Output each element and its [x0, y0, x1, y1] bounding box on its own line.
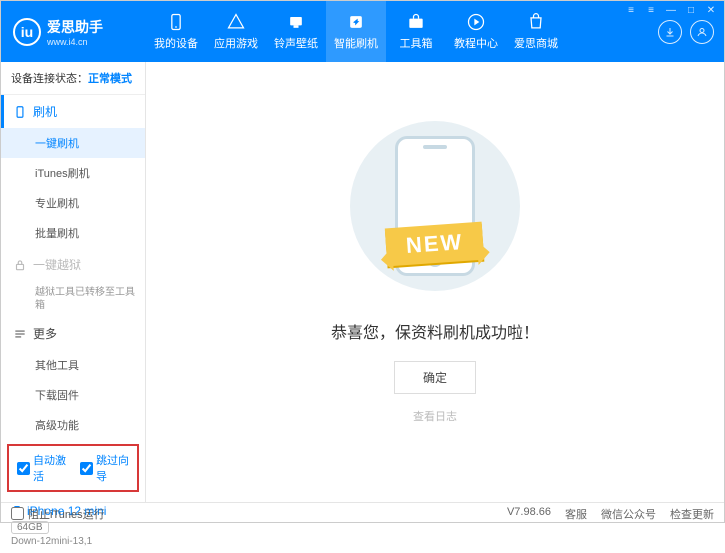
- conn-label: 设备连接状态：: [11, 73, 88, 85]
- sidebar-item-pro[interactable]: 专业刷机: [1, 188, 145, 218]
- confirm-button[interactable]: 确定: [394, 361, 476, 394]
- nav-tutorial[interactable]: 教程中心: [446, 1, 506, 62]
- menu2-icon[interactable]: ≡: [644, 3, 658, 17]
- sidebar-item-batch[interactable]: 批量刷机: [1, 218, 145, 248]
- block-itunes-check[interactable]: 阻止iTunes运行: [11, 506, 105, 522]
- sidebar-item-advanced[interactable]: 高级功能: [1, 410, 145, 440]
- auto-activate-check[interactable]: 自动激活: [17, 452, 66, 484]
- app-name: 爱思助手: [47, 17, 103, 37]
- skip-guide-checkbox[interactable]: [80, 462, 93, 475]
- view-log-link[interactable]: 查看日志: [413, 408, 457, 424]
- logo-area: iu 爱思助手 www.i4.cn: [1, 1, 146, 62]
- highlight-box: 自动激活 跳过向导: [7, 444, 139, 492]
- nav-label: 智能刷机: [334, 35, 378, 51]
- sidebar-jailbreak-header: 一键越狱: [1, 248, 145, 281]
- flash-icon: [346, 12, 366, 32]
- auto-activate-checkbox[interactable]: [17, 462, 30, 475]
- nav-label: 我的设备: [154, 35, 198, 51]
- nav-flash[interactable]: 智能刷机: [326, 1, 386, 62]
- sidebar-item-firmware[interactable]: 下载固件: [1, 380, 145, 410]
- sidebar-item-other[interactable]: 其他工具: [1, 350, 145, 380]
- menu-icon[interactable]: ≡: [624, 3, 638, 17]
- service-link[interactable]: 客服: [565, 506, 587, 522]
- app-header: iu 爱思助手 www.i4.cn 我的设备 应用游戏 铃声壁纸 智能刷机 工具…: [1, 1, 724, 62]
- nav-store[interactable]: 爱思商城: [506, 1, 566, 62]
- nav-toolbox[interactable]: 工具箱: [386, 1, 446, 62]
- connection-status: 设备连接状态：正常模式: [1, 62, 145, 95]
- more-icon: [13, 327, 27, 341]
- ringtone-icon: [286, 12, 306, 32]
- sidebar: 设备连接状态：正常模式 刷机 一键刷机 iTunes刷机 专业刷机 批量刷机 一…: [1, 62, 146, 502]
- close-icon[interactable]: ✕: [704, 3, 718, 17]
- update-link[interactable]: 检查更新: [670, 506, 714, 522]
- skip-guide-check[interactable]: 跳过向导: [80, 452, 129, 484]
- user-button[interactable]: [690, 20, 714, 44]
- main-panel: NEW 恭喜您，保资料刷机成功啦！ 确定 查看日志: [146, 62, 724, 502]
- new-badge: NEW: [385, 221, 485, 266]
- hero-illustration: NEW: [350, 121, 520, 291]
- nav-ringtone[interactable]: 铃声壁纸: [266, 1, 326, 62]
- version-label: V7.98.66: [507, 506, 551, 522]
- logo-icon: iu: [13, 18, 41, 46]
- nav-label: 铃声壁纸: [274, 35, 318, 51]
- block-itunes-checkbox[interactable]: [11, 507, 24, 520]
- jailbreak-note: 越狱工具已转移至工具箱: [1, 281, 145, 317]
- phone-icon: [13, 105, 27, 119]
- nav-label: 教程中心: [454, 35, 498, 51]
- sidebar-item-itunes[interactable]: iTunes刷机: [1, 158, 145, 188]
- wechat-link[interactable]: 微信公众号: [601, 506, 656, 522]
- sidebar-flash-header[interactable]: 刷机: [1, 95, 145, 128]
- nav-label: 应用游戏: [214, 35, 258, 51]
- success-message: 恭喜您，保资料刷机成功啦！: [331, 319, 539, 343]
- app-url: www.i4.cn: [47, 37, 103, 47]
- store-icon: [526, 12, 546, 32]
- sidebar-more-header[interactable]: 更多: [1, 317, 145, 350]
- apps-icon: [226, 12, 246, 32]
- window-controls: ≡ ≡ — □ ✕: [624, 3, 718, 17]
- tutorial-icon: [466, 12, 486, 32]
- sidebar-label: 一键越狱: [33, 256, 81, 273]
- minimize-icon[interactable]: —: [664, 3, 678, 17]
- conn-mode: 正常模式: [88, 73, 132, 85]
- nav-label: 爱思商城: [514, 35, 558, 51]
- sidebar-label: 更多: [33, 325, 57, 342]
- check-label: 自动激活: [33, 452, 66, 484]
- lock-icon: [13, 258, 27, 272]
- main-nav: 我的设备 应用游戏 铃声壁纸 智能刷机 工具箱 教程中心 爱思商城: [146, 1, 658, 62]
- maximize-icon[interactable]: □: [684, 3, 698, 17]
- sidebar-label: 刷机: [33, 103, 57, 120]
- device-icon: [166, 12, 186, 32]
- nav-label: 工具箱: [400, 35, 433, 51]
- device-detail: Down-12mini-13,1: [11, 536, 135, 547]
- nav-my-device[interactable]: 我的设备: [146, 1, 206, 62]
- sidebar-item-oneclick[interactable]: 一键刷机: [1, 128, 145, 158]
- check-label: 跳过向导: [96, 452, 129, 484]
- nav-apps[interactable]: 应用游戏: [206, 1, 266, 62]
- download-button[interactable]: [658, 20, 682, 44]
- toolbox-icon: [406, 12, 426, 32]
- check-label: 阻止iTunes运行: [28, 506, 105, 522]
